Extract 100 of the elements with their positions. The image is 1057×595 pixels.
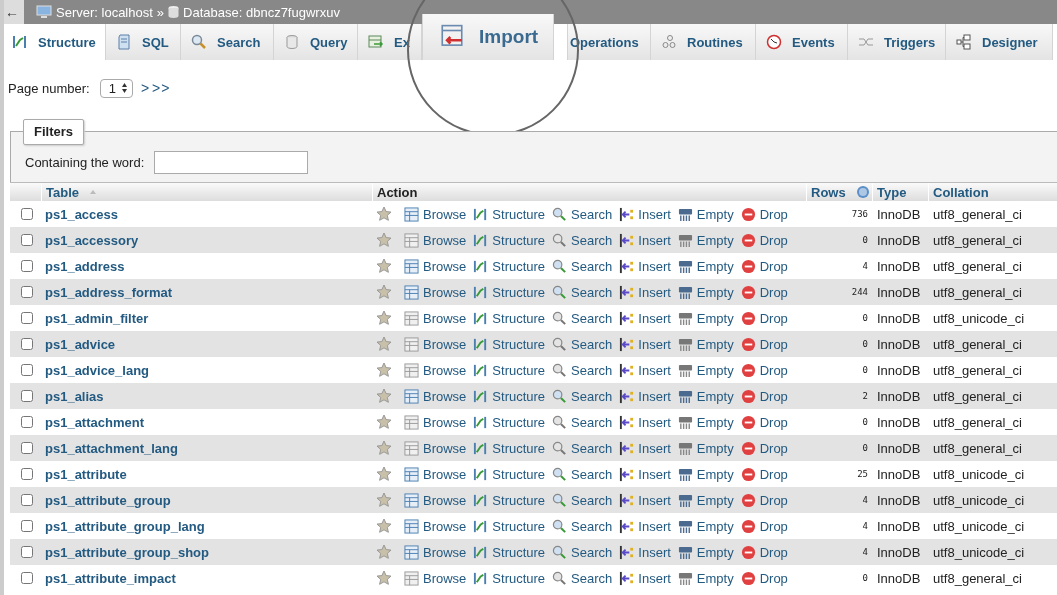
action-link[interactable]: Search — [552, 284, 613, 300]
action-link[interactable]: Insert — [619, 388, 671, 404]
action-link[interactable]: Drop — [740, 284, 788, 300]
action-link[interactable]: Empty — [677, 284, 734, 300]
action-link[interactable]: Search — [552, 336, 613, 352]
star-icon[interactable] — [376, 206, 392, 222]
tab[interactable]: Designer — [946, 24, 1053, 60]
table-name-link[interactable]: ps1_address — [41, 258, 372, 274]
action-link[interactable]: Search — [552, 414, 613, 430]
row-checkbox[interactable] — [20, 260, 33, 272]
action-link[interactable]: Structure — [473, 414, 546, 430]
action-link[interactable]: Empty — [677, 518, 734, 534]
action-link[interactable]: Browse — [404, 440, 467, 456]
star-icon[interactable] — [376, 544, 392, 560]
action-link[interactable]: Drop — [740, 518, 788, 534]
action-link[interactable]: Search — [552, 258, 613, 274]
action-link[interactable]: Structure — [473, 284, 546, 300]
action-link[interactable]: Structure — [473, 440, 546, 456]
action-link[interactable]: Browse — [404, 414, 467, 430]
table-name-link[interactable]: ps1_advice_lang — [41, 362, 372, 378]
action-link[interactable]: Search — [552, 232, 613, 248]
action-link[interactable]: Empty — [677, 232, 734, 248]
action-link[interactable]: Drop — [740, 570, 788, 586]
star-icon[interactable] — [376, 258, 392, 274]
star-icon[interactable] — [376, 284, 392, 300]
star-icon[interactable] — [376, 414, 392, 430]
action-link[interactable]: Insert — [619, 362, 671, 378]
action-link[interactable]: Insert — [619, 206, 671, 222]
tab[interactable]: Triggers — [848, 24, 946, 60]
action-link[interactable]: Structure — [473, 492, 546, 508]
action-link[interactable]: Structure — [473, 206, 546, 222]
action-link[interactable]: Drop — [740, 336, 788, 352]
action-link[interactable]: Insert — [619, 440, 671, 456]
star-icon[interactable] — [376, 492, 392, 508]
action-link[interactable]: Insert — [619, 336, 671, 352]
action-link[interactable]: Search — [552, 570, 613, 586]
tab[interactable]: Search — [181, 24, 274, 60]
table-name-link[interactable]: ps1_address_format — [41, 284, 372, 300]
action-link[interactable]: Drop — [740, 362, 788, 378]
action-link[interactable]: Insert — [619, 570, 671, 586]
action-link[interactable]: Insert — [619, 518, 671, 534]
row-checkbox[interactable] — [20, 494, 33, 506]
table-name-link[interactable]: ps1_accessory — [41, 232, 372, 248]
table-name-link[interactable]: ps1_attribute — [41, 466, 372, 482]
action-link[interactable]: Empty — [677, 310, 734, 326]
action-link[interactable]: Browse — [404, 336, 467, 352]
action-link[interactable]: Drop — [740, 258, 788, 274]
action-link[interactable]: Structure — [473, 388, 546, 404]
action-link[interactable]: Browse — [404, 310, 467, 326]
row-checkbox[interactable] — [20, 286, 33, 298]
action-link[interactable]: Empty — [677, 414, 734, 430]
action-link[interactable]: Search — [552, 206, 613, 222]
action-link[interactable]: Insert — [619, 544, 671, 560]
action-link[interactable]: Drop — [740, 544, 788, 560]
action-link[interactable]: Drop — [740, 414, 788, 430]
action-link[interactable]: Search — [552, 388, 613, 404]
star-icon[interactable] — [376, 362, 392, 378]
table-name-link[interactable]: ps1_attribute_impact — [41, 570, 372, 586]
action-link[interactable]: Drop — [740, 466, 788, 482]
row-checkbox[interactable] — [20, 338, 33, 350]
page-link[interactable]: >> — [152, 80, 171, 96]
action-link[interactable]: Empty — [677, 206, 734, 222]
row-checkbox[interactable] — [20, 416, 33, 428]
row-checkbox[interactable] — [20, 442, 33, 454]
action-link[interactable]: Empty — [677, 440, 734, 456]
star-icon[interactable] — [376, 310, 392, 326]
action-link[interactable]: Drop — [740, 388, 788, 404]
table-name-link[interactable]: ps1_admin_filter — [41, 310, 372, 326]
action-link[interactable]: Drop — [740, 492, 788, 508]
sort-arrow-icon[interactable] — [89, 189, 97, 195]
action-link[interactable]: Structure — [473, 258, 546, 274]
star-icon[interactable] — [376, 336, 392, 352]
action-link[interactable]: Search — [552, 466, 613, 482]
filter-input[interactable] — [154, 151, 309, 174]
database-link[interactable]: Database: dbncz7fugwrxuv — [183, 4, 340, 20]
action-link[interactable]: Empty — [677, 388, 734, 404]
action-link[interactable]: Search — [552, 362, 613, 378]
row-checkbox[interactable] — [20, 208, 33, 220]
action-link[interactable]: Empty — [677, 362, 734, 378]
table-name-link[interactable]: ps1_attachment_lang — [41, 440, 372, 456]
action-link[interactable]: Browse — [404, 232, 467, 248]
table-name-link[interactable]: ps1_attachment — [41, 414, 372, 430]
action-link[interactable]: Insert — [619, 258, 671, 274]
action-link[interactable]: Browse — [404, 492, 467, 508]
action-link[interactable]: Search — [552, 544, 613, 560]
action-link[interactable]: Browse — [404, 284, 467, 300]
action-link[interactable]: Insert — [619, 466, 671, 482]
action-link[interactable]: Browse — [404, 258, 467, 274]
star-icon[interactable] — [376, 440, 392, 456]
action-link[interactable]: Search — [552, 492, 613, 508]
row-checkbox[interactable] — [20, 364, 33, 376]
action-link[interactable]: Insert — [619, 492, 671, 508]
star-icon[interactable] — [376, 388, 392, 404]
action-link[interactable]: Empty — [677, 570, 734, 586]
page-link[interactable]: > — [140, 80, 151, 96]
row-checkbox[interactable] — [20, 312, 33, 324]
action-link[interactable]: Browse — [404, 466, 467, 482]
tab[interactable]: SQL — [106, 24, 181, 60]
action-link[interactable]: Insert — [619, 414, 671, 430]
action-link[interactable]: Structure — [473, 232, 546, 248]
